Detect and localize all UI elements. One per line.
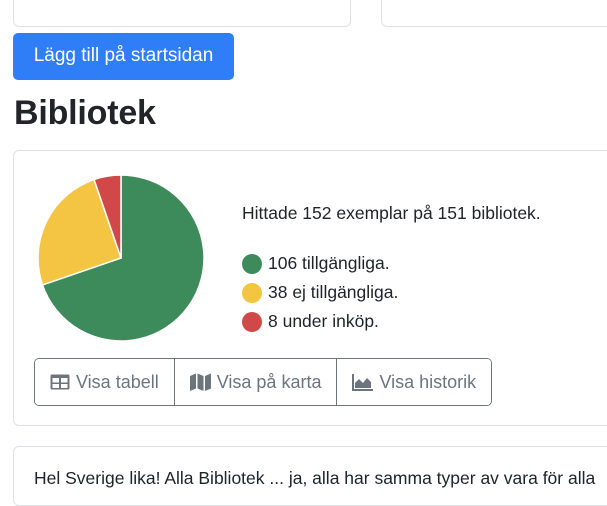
show-table-button[interactable]: Visa tabell — [35, 359, 174, 405]
availability-pie-chart — [37, 174, 205, 342]
next-card: Hel Sverige lika! Alla Bibliotek ... ja,… — [13, 446, 607, 506]
map-icon — [189, 373, 211, 391]
library-card: Hittade 152 exemplar på 151 bibliotek. 1… — [13, 150, 607, 426]
add-to-start-button[interactable]: Lägg till på startsidan — [13, 33, 234, 80]
legend-label: 8 under inköp. — [268, 311, 379, 331]
table-icon — [50, 374, 70, 390]
legend-item-unavailable: 38 ej tillgängliga. — [242, 278, 398, 307]
view-button-group: Visa tabell Visa på karta Visa historik — [34, 358, 493, 406]
legend-label: 38 ej tillgängliga. — [268, 282, 399, 302]
legend-item-available: 106 tillgängliga. — [242, 249, 398, 278]
library-summary: Hittade 152 exemplar på 151 bibliotek. — [242, 203, 541, 223]
top-card-left — [13, 0, 351, 27]
show-history-button[interactable]: Visa historik — [336, 359, 492, 405]
on-order-dot-icon — [242, 311, 262, 332]
legend-item-on-order: 8 under inköp. — [242, 307, 398, 336]
next-card-text: Hel Sverige lika! Alla Bibliotek ... ja,… — [34, 468, 596, 488]
top-card-right — [381, 0, 607, 27]
show-history-label: Visa historik — [379, 371, 477, 392]
area-chart-icon — [352, 373, 374, 391]
page-title: Bibliotek — [14, 94, 156, 132]
show-table-label: Visa tabell — [76, 371, 159, 392]
legend-label: 106 tillgängliga. — [268, 253, 390, 273]
show-map-button[interactable]: Visa på karta — [173, 359, 337, 405]
available-dot-icon — [242, 253, 262, 274]
show-map-label: Visa på karta — [216, 371, 322, 392]
unavailable-dot-icon — [242, 282, 262, 303]
availability-legend: 106 tillgängliga. 38 ej tillgängliga. 8 … — [242, 249, 398, 336]
